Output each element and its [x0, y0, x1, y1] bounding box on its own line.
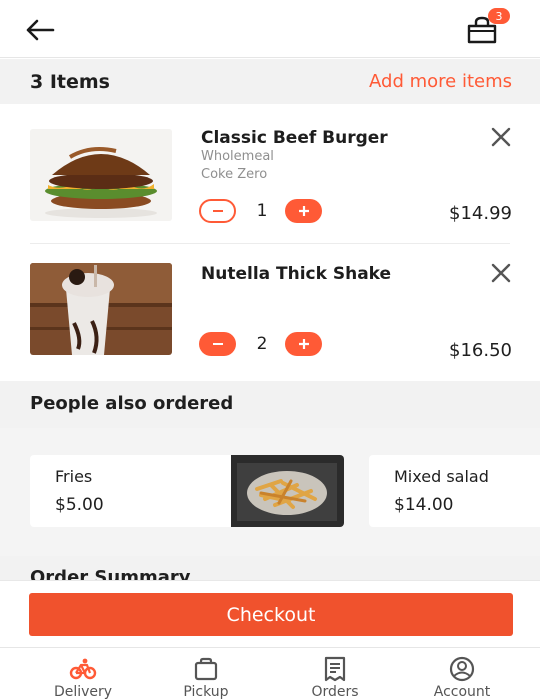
minus-icon [212, 343, 223, 345]
burger-image [30, 129, 172, 221]
order-summary-header: Order Summary [0, 556, 540, 580]
top-bar: 3 [0, 0, 540, 58]
checkout-button[interactable]: Checkout [29, 593, 513, 636]
tab-label: Pickup [183, 684, 229, 700]
item-option: Wholemeal [201, 149, 274, 164]
suggestion-name: Mixed salad [394, 467, 489, 486]
item-price: $14.99 [449, 203, 512, 224]
cart-item: Classic Beef Burger Wholemeal Coke Zero … [0, 104, 540, 244]
decrease-quantity-button[interactable] [199, 332, 236, 356]
tab-label: Delivery [53, 684, 113, 700]
suggestion-card[interactable]: Mixed salad $14.00 [369, 455, 540, 527]
item-price: $16.50 [449, 340, 512, 361]
cart-item: Nutella Thick Shake 2 $16.50 [0, 244, 540, 381]
user-circle-icon [449, 656, 475, 682]
tab-account[interactable]: Account [412, 648, 512, 700]
bike-icon [69, 658, 97, 680]
cart-items-header: 3 Items Add more items [0, 59, 540, 104]
decrease-quantity-button[interactable] [199, 199, 236, 223]
tab-label: Orders [311, 684, 359, 700]
close-icon [491, 263, 511, 283]
also-ordered-title: People also ordered [30, 393, 234, 414]
order-summary-title: Order Summary [30, 567, 191, 580]
quantity-value: 2 [256, 334, 268, 354]
items-count: 3 Items [30, 71, 110, 93]
receipt-icon [324, 656, 346, 682]
minus-icon [212, 210, 223, 212]
item-option: Coke Zero [201, 167, 268, 182]
remove-item-button[interactable] [488, 260, 514, 286]
plus-icon [298, 206, 309, 216]
bottom-navigation: Delivery Pickup Orders Account [0, 647, 540, 700]
plus-icon [298, 339, 309, 349]
tab-orders[interactable]: Orders [285, 648, 385, 700]
increase-quantity-button[interactable] [285, 199, 322, 223]
item-name: Classic Beef Burger [201, 128, 388, 148]
tab-delivery[interactable]: Delivery [33, 648, 133, 700]
fries-image [231, 455, 344, 527]
arrow-left-icon [26, 19, 55, 41]
cart-count-badge: 3 [488, 8, 510, 24]
remove-item-button[interactable] [488, 124, 514, 150]
also-ordered-carousel[interactable]: Fries $5.00 Mixed salad $14.00 [0, 428, 540, 556]
bag-icon [194, 657, 218, 681]
add-more-items-link[interactable]: Add more items [369, 71, 512, 92]
shake-image [30, 263, 172, 355]
back-button[interactable] [22, 12, 58, 48]
cart-button[interactable]: 3 [462, 8, 510, 50]
suggestion-price: $5.00 [55, 495, 104, 515]
tab-label: Account [433, 684, 491, 700]
quantity-value: 1 [256, 201, 268, 221]
close-icon [491, 127, 511, 147]
suggestion-name: Fries [55, 467, 93, 486]
item-name: Nutella Thick Shake [201, 264, 392, 284]
suggestion-price: $14.00 [394, 495, 454, 515]
increase-quantity-button[interactable] [285, 332, 322, 356]
also-ordered-header: People also ordered [0, 381, 540, 428]
tab-pickup[interactable]: Pickup [156, 648, 256, 700]
checkout-bar: Checkout [0, 580, 540, 647]
suggestion-card[interactable]: Fries $5.00 [30, 455, 344, 527]
